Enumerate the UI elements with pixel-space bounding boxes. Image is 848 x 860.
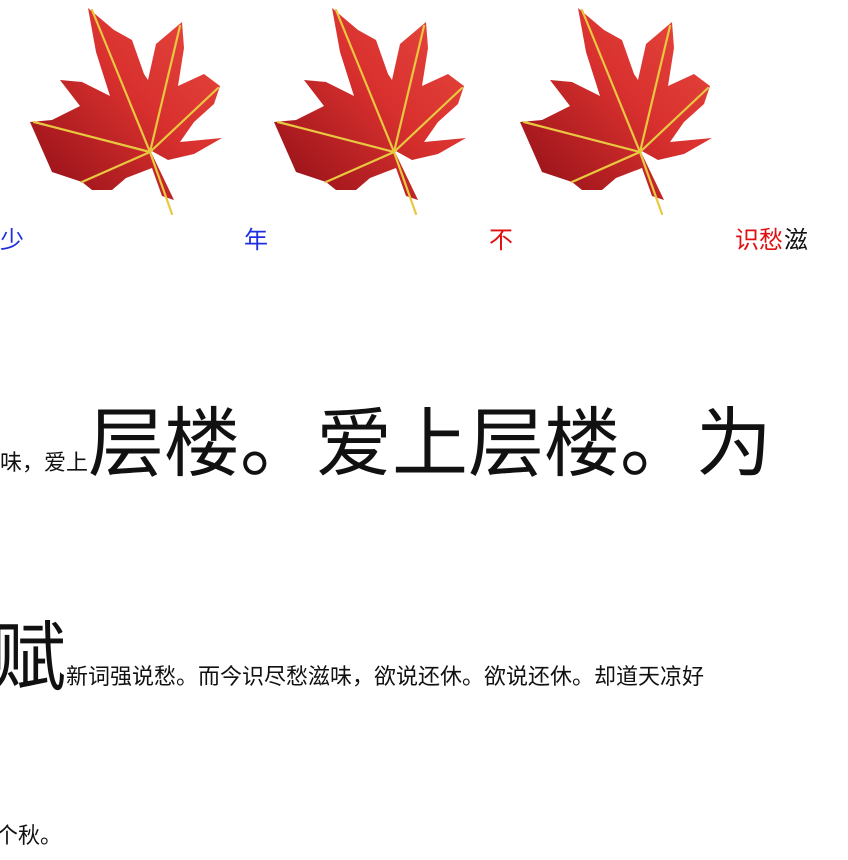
poem-line-4: 个秋。 <box>0 818 62 850</box>
poem-text-small: 个秋。 <box>0 824 63 849</box>
poem-text-small: 新词强说愁。而今识尽愁滋味，欲说还休。欲说还休。却道天凉好 <box>66 665 705 690</box>
poem-line-3: 赋新词强说愁。而今识尽愁滋味，欲说还休。欲说还休。却道天凉好 <box>0 596 704 706</box>
poem-char-zi: 滋 <box>784 226 808 254</box>
maple-leaf-image <box>22 0 232 222</box>
maple-leaf-icon <box>30 8 222 216</box>
poem-chars-shichou: 识愁 <box>735 226 783 254</box>
poem-line-2: 味，爱上层楼。爱上层楼。为 <box>0 382 772 492</box>
poem-char-nian: 年 <box>244 226 268 254</box>
maple-leaf-image <box>266 0 476 222</box>
poem-text-large: 赋 <box>0 613 66 702</box>
poem-char-bu: 不 <box>489 226 513 254</box>
poem-text-small: 味，爱上 <box>0 451 89 476</box>
maple-leaf-image <box>512 0 722 222</box>
poem-text-large: 层楼。爱上层楼。为 <box>88 399 773 488</box>
maple-leaf-icon <box>274 8 466 216</box>
poem-char-shao: 少 <box>0 226 24 254</box>
maple-leaf-icon <box>520 8 712 216</box>
